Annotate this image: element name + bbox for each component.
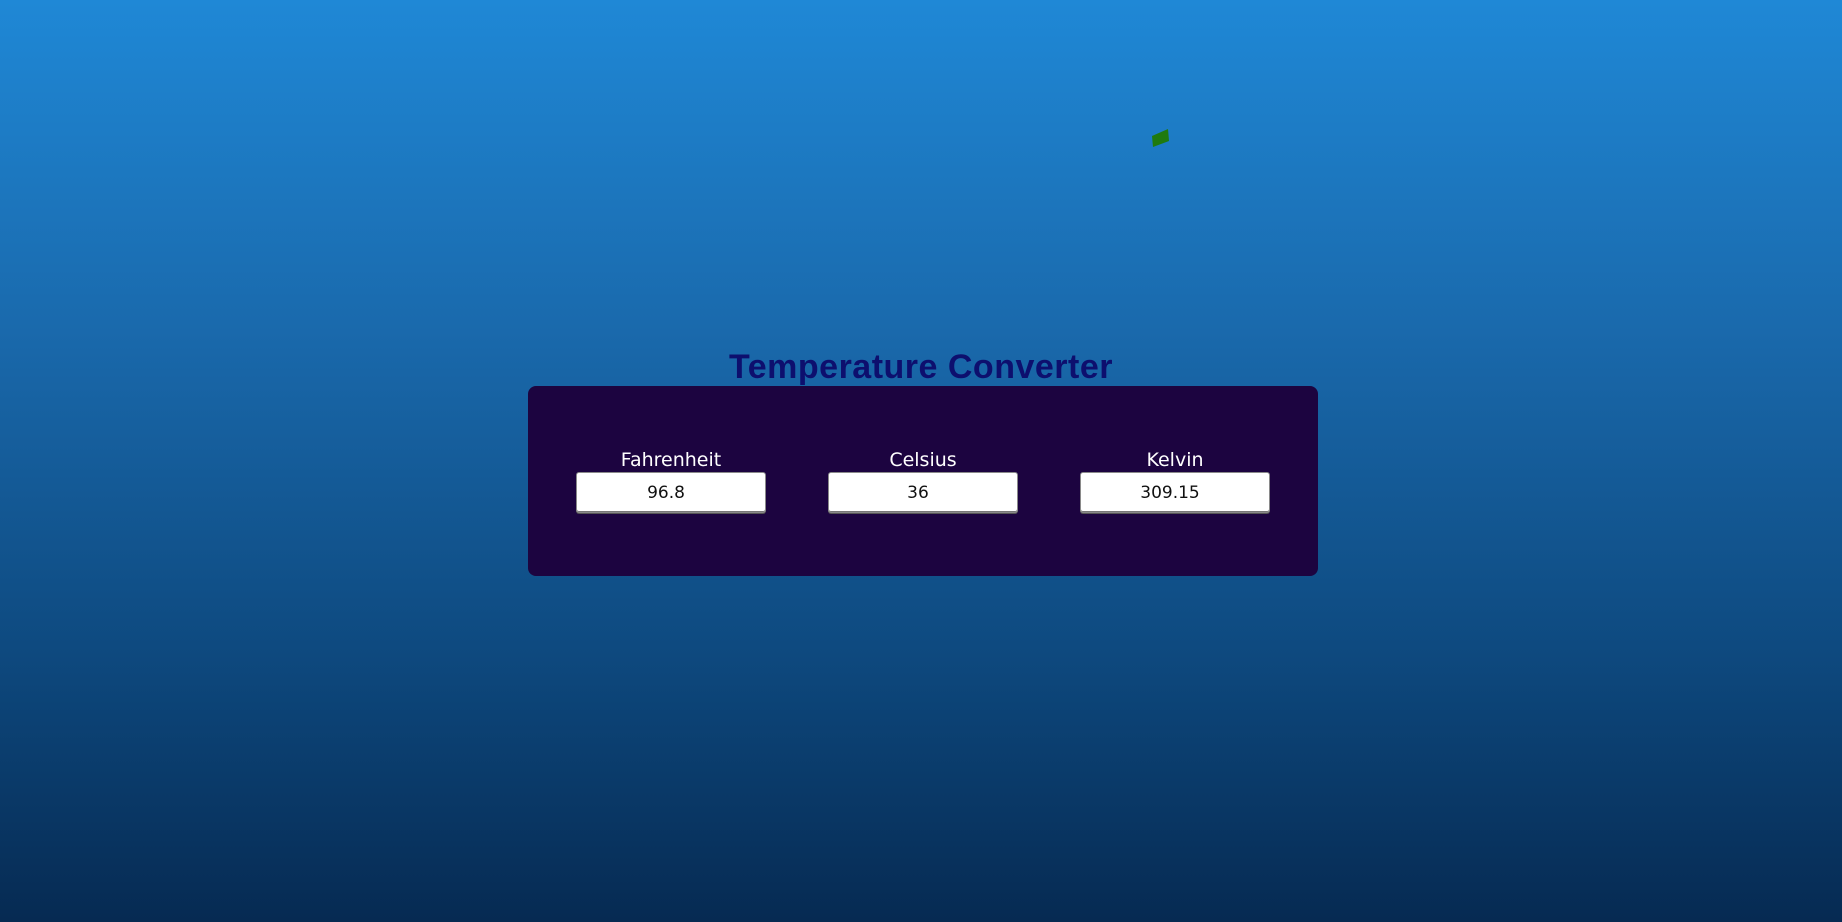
fahrenheit-input[interactable] bbox=[576, 472, 766, 513]
fahrenheit-label: Fahrenheit bbox=[620, 449, 722, 471]
converter-panel: Fahrenheit Celsius Kelvin bbox=[528, 386, 1318, 576]
celsius-input[interactable] bbox=[828, 472, 1018, 513]
page-title: Temperature Converter bbox=[729, 348, 1113, 386]
kelvin-label: Kelvin bbox=[1146, 449, 1204, 471]
celsius-label: Celsius bbox=[889, 449, 957, 471]
kelvin-input[interactable] bbox=[1080, 472, 1270, 513]
kelvin-field: Kelvin bbox=[1080, 448, 1270, 513]
fahrenheit-field: Fahrenheit bbox=[576, 448, 766, 513]
green-leaf-icon bbox=[1152, 129, 1169, 147]
celsius-field: Celsius bbox=[828, 448, 1018, 513]
